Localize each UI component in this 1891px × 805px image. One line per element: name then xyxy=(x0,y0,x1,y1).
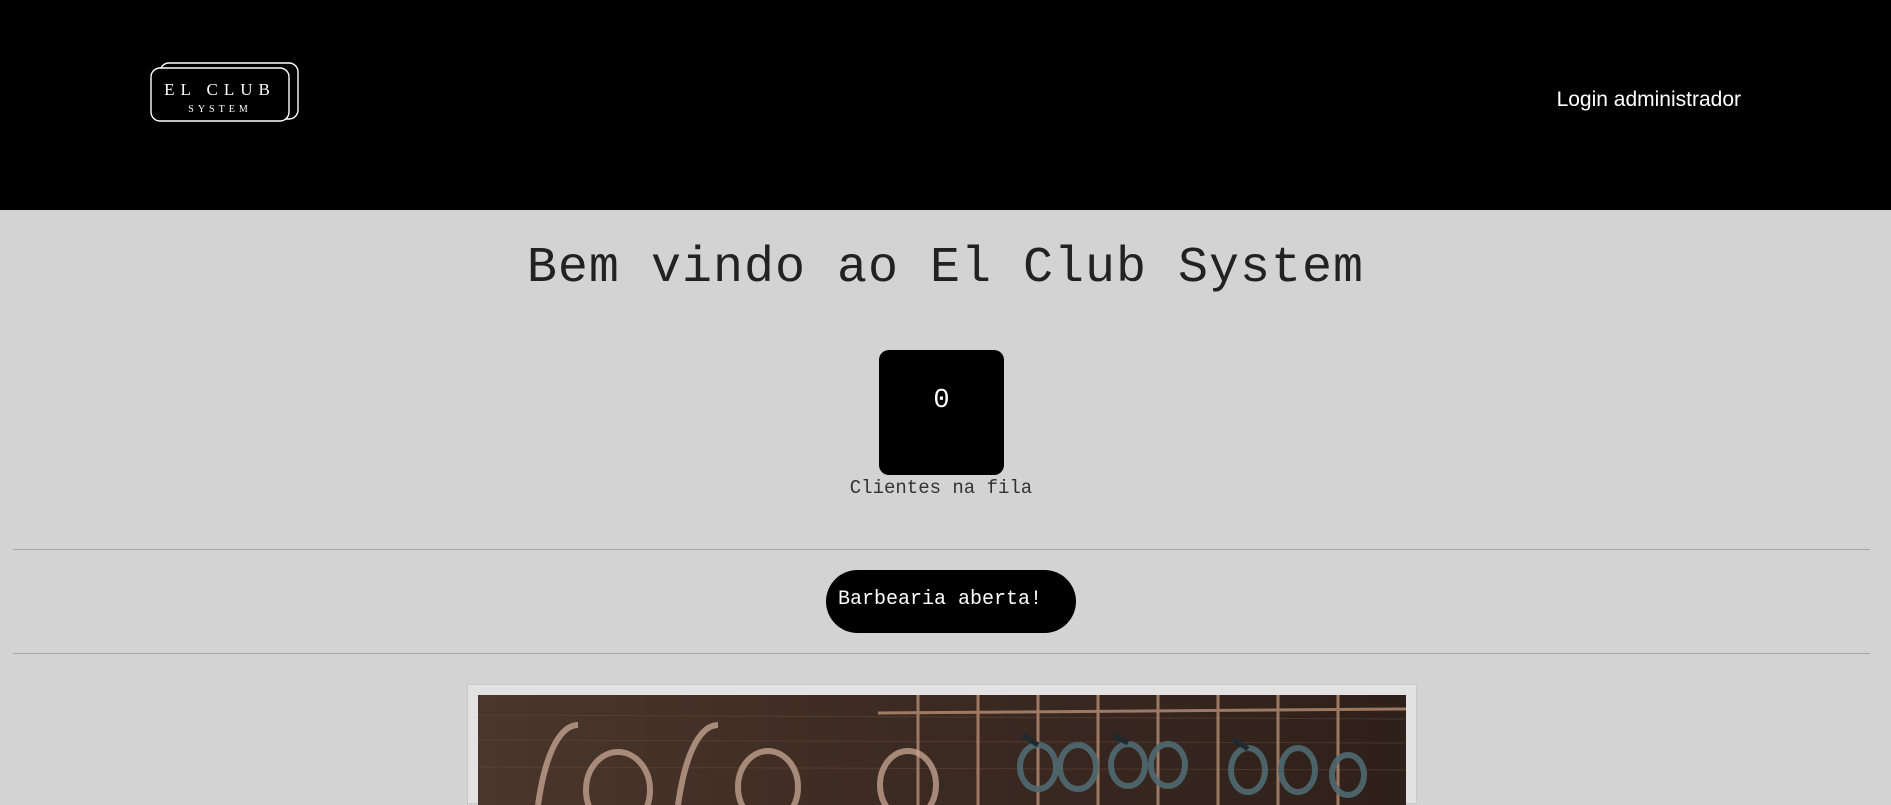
site-header: EL CLUB SYSTEM Login administrador xyxy=(0,0,1891,210)
svg-text:SYSTEM: SYSTEM xyxy=(188,104,251,115)
page-title: Bem vindo ao El Club System xyxy=(526,240,1365,297)
queue-count-label: Clientes na fila xyxy=(849,477,1033,499)
admin-login-link[interactable]: Login administrador xyxy=(1557,88,1741,112)
el-club-logo[interactable]: EL CLUB SYSTEM xyxy=(150,62,300,122)
barber-tools-image xyxy=(478,695,1406,805)
image-frame xyxy=(467,684,1417,805)
divider xyxy=(13,653,1870,654)
queue-count-box: 0 xyxy=(879,350,1004,475)
svg-text:EL CLUB: EL CLUB xyxy=(164,80,276,99)
divider xyxy=(13,549,1870,550)
shop-status-button[interactable]: Barbearia aberta! xyxy=(826,570,1076,633)
